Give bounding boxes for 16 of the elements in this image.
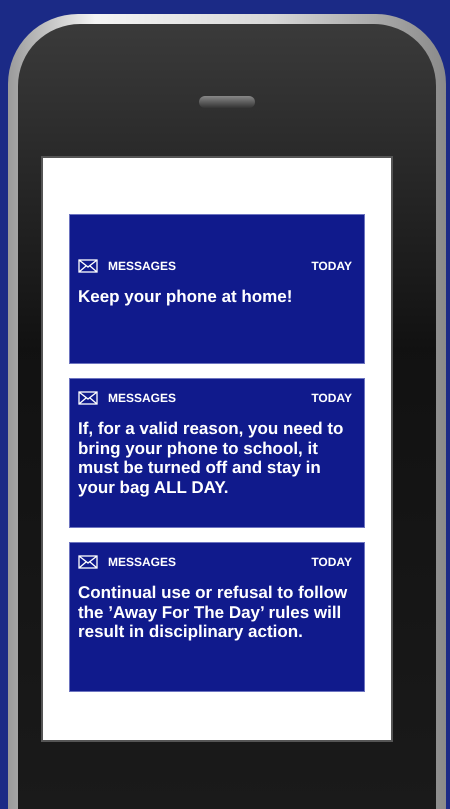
envelope-icon [78,555,98,569]
notification-text: Keep your phone at home! [78,287,294,307]
notification-card[interactable]: MESSAGES TODAY Keep your phone at home! [69,214,365,364]
notification-text: Continual use or refusal to follow the ’Away For The Day’ rules will result in disciplinary action. [78,583,348,642]
app-name: MESSAGES [108,391,178,405]
envelope-icon [78,391,98,405]
notification-card[interactable]: MESSAGES TODAY Continual use or refusal to follow the ’Away For The Day’ rules will result in disciplinary action. [69,542,365,692]
notification-text: If, for a valid reason, you need to bring your phone to school, it must be turned off and stay in your bag ALL DAY. [78,419,344,498]
app-name: MESSAGES [108,259,178,273]
speaker-slot [199,96,255,108]
notification-card[interactable]: MESSAGES TODAY If, for a valid reason, you need to bring your phone to school, it must be turned off and stay in your bag ALL DAY. [69,378,365,528]
envelope-icon [78,259,98,273]
app-name: MESSAGES [108,555,178,569]
notification-time: TODAY [311,391,352,405]
notification-time: TODAY [311,555,352,569]
notification-time: TODAY [311,259,352,273]
